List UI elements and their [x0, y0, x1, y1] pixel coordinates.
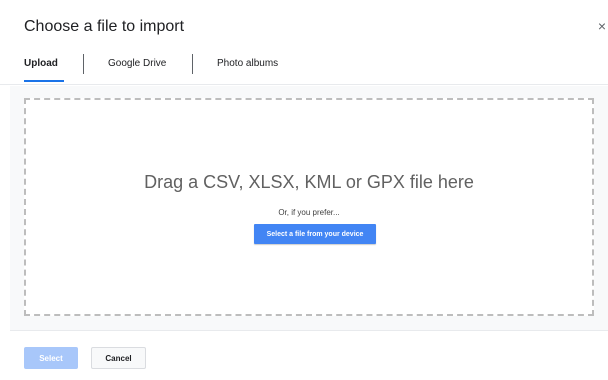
- dropzone-subtitle: Or, if you prefer...: [278, 208, 340, 217]
- tab-divider: [192, 54, 193, 74]
- dialog-title: Choose a file to import: [24, 18, 185, 35]
- tab-upload[interactable]: Upload: [24, 58, 58, 69]
- tab-google-drive[interactable]: Google Drive: [108, 58, 166, 69]
- select-button[interactable]: Select: [24, 347, 78, 369]
- file-dropzone[interactable]: Drag a CSV, XLSX, KML or GPX file here O…: [24, 98, 594, 316]
- active-tab-indicator: [24, 80, 64, 82]
- footer-divider-line: [10, 330, 608, 331]
- tab-divider: [83, 54, 84, 74]
- select-file-button[interactable]: Select a file from your device: [254, 224, 376, 244]
- tab-photo-albums[interactable]: Photo albums: [217, 58, 278, 69]
- dropzone-title: Drag a CSV, XLSX, KML or GPX file here: [144, 172, 474, 192]
- import-dialog: Choose a file to import × Upload Google …: [0, 0, 608, 380]
- tab-bar: Upload Google Drive Photo albums: [0, 52, 608, 86]
- upload-panel: Drag a CSV, XLSX, KML or GPX file here O…: [10, 86, 608, 330]
- cancel-button[interactable]: Cancel: [91, 347, 146, 369]
- tabs-divider-line: [0, 84, 608, 85]
- close-icon[interactable]: ×: [598, 18, 606, 34]
